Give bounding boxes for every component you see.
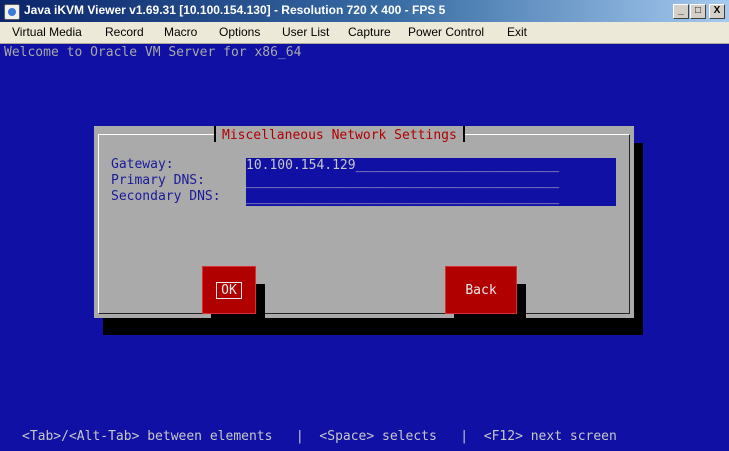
welcome-message: Welcome to Oracle VM Server for x86_64 [4,45,302,60]
help-status-line: <Tab>/<Alt-Tab> between elements | <Spac… [22,429,617,444]
menu-bar: Virtual Media Record Macro Options User … [0,22,729,44]
maximize-button[interactable]: □ [690,4,706,19]
title-bar: Java iKVM Viewer v1.69.31 [10.100.154.13… [0,0,729,23]
minimize-button[interactable]: _ [673,4,689,19]
menu-record[interactable]: Record [105,25,144,39]
gateway-label: Gateway: [111,157,174,172]
ok-button-label: OK [216,281,242,299]
menu-exit[interactable]: Exit [507,25,527,39]
menu-power-control[interactable]: Power Control [408,25,484,39]
secondary-dns-label: Secondary DNS: [111,189,221,204]
close-button[interactable]: X [709,4,725,19]
back-button[interactable]: Back [445,266,517,314]
back-button-label: Back [465,282,497,298]
dialog-title: Miscellaneous Network Settings [222,128,457,143]
menu-macro[interactable]: Macro [164,25,197,39]
menu-capture[interactable]: Capture [348,25,391,39]
window-title: Java iKVM Viewer v1.69.31 [10.100.154.13… [24,3,446,17]
primary-dns-label: Primary DNS: [111,173,205,188]
menu-virtual-media[interactable]: Virtual Media [12,25,82,39]
ok-button[interactable]: OK [202,266,256,314]
secondary-dns-field[interactable]: ________________________________________ [246,190,616,206]
network-settings-dialog: Miscellaneous Network Settings Gateway: … [94,126,634,330]
primary-dns-field[interactable]: ________________________________________ [246,174,616,190]
menu-user-list[interactable]: User List [282,25,329,39]
menu-options[interactable]: Options [219,25,260,39]
dialog-title-box: Miscellaneous Network Settings [214,126,465,143]
java-app-icon [4,4,20,20]
kvm-console-screen[interactable]: Welcome to Oracle VM Server for x86_64 M… [0,44,729,451]
gateway-field[interactable]: 10.100.154.129__________________________ [246,158,616,174]
